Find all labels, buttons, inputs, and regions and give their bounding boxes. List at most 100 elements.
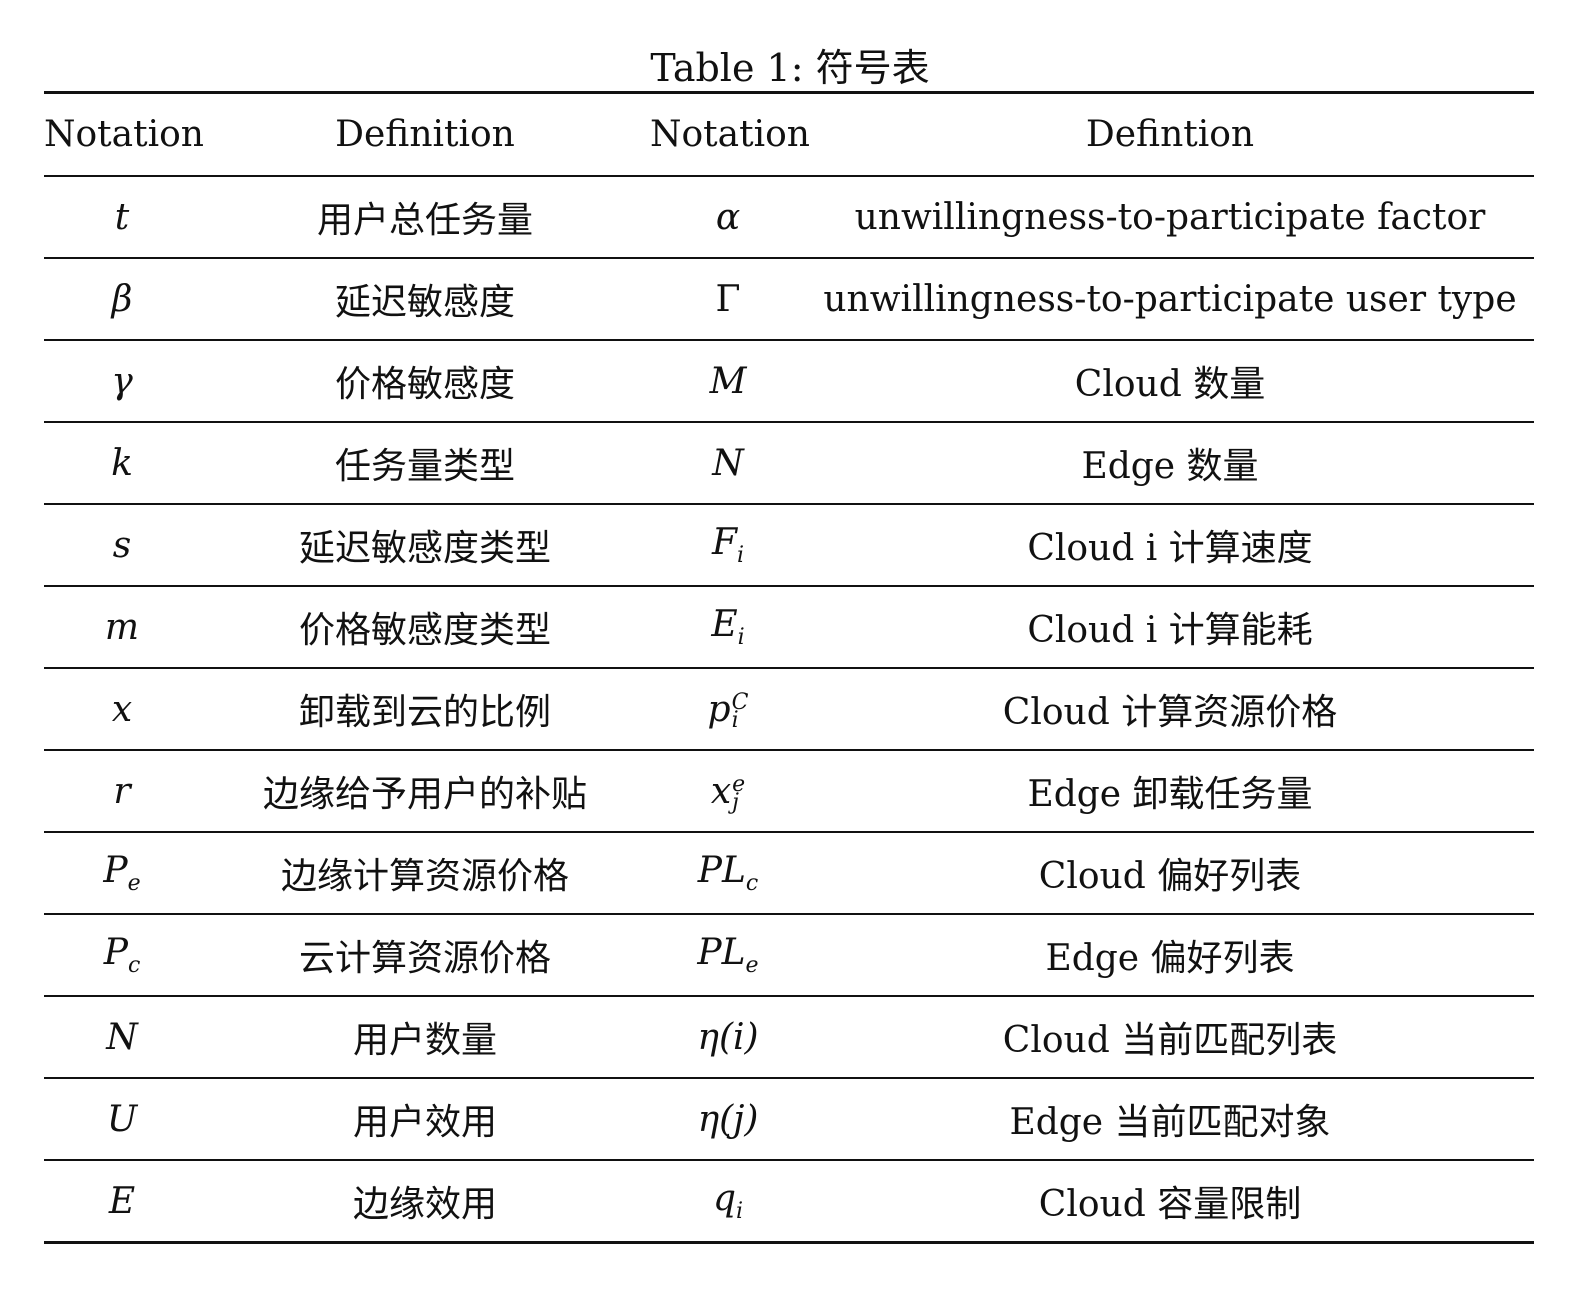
- symbol-cell: β: [44, 258, 200, 341]
- definition-cell: 延迟敏感度类型: [200, 504, 650, 587]
- symbol-cell: r: [44, 750, 200, 833]
- symbol: Pc: [103, 931, 141, 978]
- definition-cell: 卸载到云的比例: [200, 668, 650, 751]
- definition-cell: Cloud i 计算速度: [806, 504, 1534, 587]
- definition-cell: 云计算资源价格: [200, 914, 650, 997]
- symbol-cell: M: [650, 340, 806, 423]
- symbol-cell: N: [44, 996, 200, 1079]
- definition-cell: 边缘给予用户的补贴: [200, 750, 650, 833]
- definition-cell: Edge 偏好列表: [806, 914, 1534, 997]
- symbol: k: [111, 442, 133, 484]
- symbol-subscript: c: [745, 871, 759, 897]
- symbol-cell: xej: [650, 750, 806, 833]
- symbol-subscript: e: [745, 953, 759, 979]
- symbol: Fi: [711, 521, 744, 568]
- symbol: η(j): [697, 1098, 759, 1140]
- notation-table: Notation Definition Notation Defintion t…: [44, 91, 1534, 1244]
- table-row: t 用户总任务量 α unwillingness-to-participate …: [44, 176, 1534, 259]
- definition-cell: 延迟敏感度: [200, 258, 650, 341]
- symbol: m: [104, 606, 140, 648]
- definition-cell: 边缘效用: [200, 1160, 650, 1244]
- table-row: γ 价格敏感度 M Cloud 数量: [44, 340, 1534, 423]
- symbol-cell: Ei: [650, 586, 806, 669]
- symbol: Γ: [715, 278, 741, 320]
- symbol-subscript: i: [737, 625, 745, 651]
- definition-cell: 边缘计算资源价格: [200, 832, 650, 915]
- definition-cell: Edge 当前匹配对象: [806, 1078, 1534, 1161]
- definition-cell: 用户总任务量: [200, 176, 650, 259]
- definition-cell: 价格敏感度类型: [200, 586, 650, 669]
- symbol-cell: PLc: [650, 832, 806, 915]
- symbol: PLc: [697, 849, 758, 896]
- table-row: β 延迟敏感度 Γ unwillingness-to-participate u…: [44, 258, 1534, 341]
- table-row: m 价格敏感度类型 Ei Cloud i 计算能耗: [44, 586, 1534, 669]
- definition-cell: unwillingness-to-participate factor: [806, 176, 1534, 259]
- symbol-base: p: [707, 688, 731, 730]
- header-definition-2: Defintion: [806, 91, 1534, 177]
- table-row: E 边缘效用 qi Cloud 容量限制: [44, 1160, 1534, 1244]
- symbol: N: [712, 442, 744, 484]
- symbol: r: [113, 770, 131, 812]
- header-notation-2: Notation: [650, 91, 810, 177]
- symbol-cell: m: [44, 586, 200, 669]
- symbol-subscript: i: [736, 543, 745, 569]
- symbol-cell: qi: [650, 1160, 806, 1244]
- symbol: U: [106, 1098, 138, 1140]
- table-row: s 延迟敏感度类型 Fi Cloud i 计算速度: [44, 504, 1534, 587]
- definition-cell: Edge 卸载任务量: [806, 750, 1534, 833]
- symbol-cell: η(i): [650, 996, 806, 1079]
- symbol: β: [111, 278, 133, 320]
- symbol-base: PL: [697, 931, 746, 973]
- symbol-cell: pCi: [650, 668, 806, 751]
- symbol-cell: Pe: [44, 832, 200, 915]
- header-definition-1: Definition: [200, 91, 650, 177]
- symbol-base: F: [711, 521, 737, 563]
- symbol-base: q: [712, 1177, 736, 1219]
- symbol: Pe: [103, 849, 140, 896]
- symbol: s: [112, 524, 132, 566]
- symbol: γ: [111, 360, 133, 402]
- symbol-subscript: c: [127, 953, 141, 979]
- definition-cell: 用户效用: [200, 1078, 650, 1161]
- symbol-base: PL: [697, 849, 746, 891]
- symbol-cell: γ: [44, 340, 200, 423]
- header-row: Notation Definition Notation Defintion: [44, 91, 1534, 177]
- symbol-cell: k: [44, 422, 200, 505]
- table-row: x 卸载到云的比例 pCi Cloud 计算资源价格: [44, 668, 1534, 751]
- symbol-cell: N: [650, 422, 806, 505]
- symbol-base: P: [103, 931, 128, 973]
- symbol-cell: Fi: [650, 504, 806, 587]
- symbol-cell: x: [44, 668, 200, 751]
- table-row: k 任务量类型 N Edge 数量: [44, 422, 1534, 505]
- symbol: E: [108, 1180, 136, 1222]
- symbol-cell: α: [650, 176, 806, 259]
- symbol-cell: Γ: [650, 258, 806, 341]
- table-row: N 用户数量 η(i) Cloud 当前匹配列表: [44, 996, 1534, 1079]
- table-row: Pe 边缘计算资源价格 PLc Cloud 偏好列表: [44, 832, 1534, 915]
- symbol-base: E: [711, 603, 738, 645]
- definition-cell: Cloud i 计算能耗: [806, 586, 1534, 669]
- symbol: qi: [712, 1177, 743, 1224]
- symbol: η(i): [697, 1016, 759, 1058]
- symbol: x: [111, 688, 133, 730]
- definition-cell: unwillingness-to-participate user type: [806, 258, 1534, 341]
- definition-cell: Cloud 数量: [806, 340, 1534, 423]
- symbol: M: [709, 360, 747, 402]
- definition-cell: Cloud 偏好列表: [806, 832, 1534, 915]
- symbol-cell: Pc: [44, 914, 200, 997]
- symbol-cell: PLe: [650, 914, 806, 997]
- definition-cell: 价格敏感度: [200, 340, 650, 423]
- symbol-cell: s: [44, 504, 200, 587]
- table-row: Pc 云计算资源价格 PLe Edge 偏好列表: [44, 914, 1534, 997]
- symbol: PLe: [697, 931, 758, 978]
- definition-cell: Edge 数量: [806, 422, 1534, 505]
- symbol-subscript: e: [127, 871, 141, 897]
- definition-cell: Cloud 容量限制: [806, 1160, 1534, 1244]
- table-row: r 边缘给予用户的补贴 xej Edge 卸载任务量: [44, 750, 1534, 833]
- definition-cell: Cloud 当前匹配列表: [806, 996, 1534, 1079]
- symbol-cell: U: [44, 1078, 200, 1161]
- definition-cell: Cloud 计算资源价格: [806, 668, 1534, 751]
- table-row: U 用户效用 η(j) Edge 当前匹配对象: [44, 1078, 1534, 1161]
- symbol: N: [106, 1016, 138, 1058]
- symbol-base: P: [103, 849, 128, 891]
